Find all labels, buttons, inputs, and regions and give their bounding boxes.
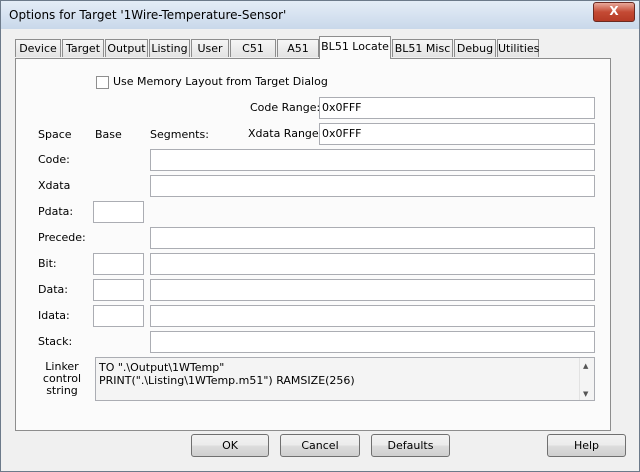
- space-header: Space: [38, 128, 72, 141]
- window-title: Options for Target '1Wire-Temperature-Se…: [9, 8, 287, 22]
- scroll-up-icon[interactable]: ▲: [583, 360, 588, 373]
- dialog-client-area: Device Target Output Listing User C51 A5…: [1, 29, 639, 471]
- xdata-segments-input[interactable]: [150, 175, 595, 197]
- data-segments-input[interactable]: [150, 279, 595, 301]
- idata-base-input[interactable]: [93, 305, 144, 327]
- segments-header: Segments:: [150, 128, 209, 141]
- help-button[interactable]: Help: [547, 434, 626, 457]
- bit-segments-input[interactable]: [150, 253, 595, 275]
- stack-segments-input[interactable]: [150, 331, 595, 353]
- pdata-base-input[interactable]: [93, 201, 144, 223]
- code-range-label: Code Range:: [250, 101, 321, 114]
- linker-control-string-label: Linker control string: [42, 361, 82, 397]
- tab-c51[interactable]: C51: [230, 39, 276, 57]
- data-label: Data:: [38, 283, 68, 296]
- linker-line-2: PRINT(".\Listing\1WTemp.m51") RAMSIZE(25…: [99, 374, 355, 387]
- code-segments-input[interactable]: [150, 149, 595, 171]
- use-memory-layout-label: Use Memory Layout from Target Dialog: [113, 75, 328, 88]
- ok-button[interactable]: OK: [191, 434, 269, 457]
- data-base-input[interactable]: [93, 279, 144, 301]
- precede-label: Precede:: [38, 231, 86, 244]
- options-dialog: Options for Target '1Wire-Temperature-Se…: [0, 0, 640, 472]
- code-range-input[interactable]: 0x0FFF: [319, 97, 595, 119]
- xdata-range-label: Xdata Range:: [248, 127, 323, 140]
- linker-control-textarea[interactable]: TO ".\Output\1WTemp" PRINT(".\Listing\1W…: [95, 357, 595, 401]
- idata-label: Idata:: [38, 309, 70, 322]
- pdata-label: Pdata:: [38, 205, 74, 218]
- tab-debug[interactable]: Debug: [454, 39, 496, 57]
- tab-bl51-locate[interactable]: BL51 Locate: [319, 36, 391, 59]
- tab-user[interactable]: User: [191, 39, 229, 57]
- tab-a51[interactable]: A51: [277, 39, 319, 57]
- bl51-locate-panel: Use Memory Layout from Target Dialog Cod…: [15, 58, 611, 431]
- idata-segments-input[interactable]: [150, 305, 595, 327]
- tab-output[interactable]: Output: [105, 39, 148, 57]
- tab-device[interactable]: Device: [15, 39, 61, 57]
- tab-bl51-misc[interactable]: BL51 Misc: [392, 39, 453, 57]
- stack-label: Stack:: [38, 335, 73, 348]
- xdata-label: Xdata: [38, 179, 71, 192]
- linker-scrollbar[interactable]: ▲ ▼: [579, 358, 594, 400]
- tab-target[interactable]: Target: [62, 39, 104, 57]
- base-header: Base: [95, 128, 122, 141]
- precede-segments-input[interactable]: [150, 227, 595, 249]
- close-button[interactable]: X: [593, 2, 635, 22]
- scroll-down-icon[interactable]: ▼: [583, 388, 588, 401]
- code-label: Code:: [38, 153, 70, 166]
- title-bar: Options for Target '1Wire-Temperature-Se…: [1, 1, 639, 29]
- tab-utilities[interactable]: Utilities: [497, 39, 539, 57]
- use-memory-layout-checkbox[interactable]: [96, 76, 109, 89]
- bit-label: Bit:: [38, 257, 57, 270]
- tab-listing[interactable]: Listing: [149, 39, 190, 57]
- xdata-range-input[interactable]: 0x0FFF: [319, 123, 595, 145]
- cancel-button[interactable]: Cancel: [280, 434, 360, 457]
- linker-label-line-3: string: [46, 384, 78, 397]
- linker-line-1: TO ".\Output\1WTemp": [99, 361, 225, 374]
- defaults-button[interactable]: Defaults: [371, 434, 450, 457]
- bit-base-input[interactable]: [93, 253, 144, 275]
